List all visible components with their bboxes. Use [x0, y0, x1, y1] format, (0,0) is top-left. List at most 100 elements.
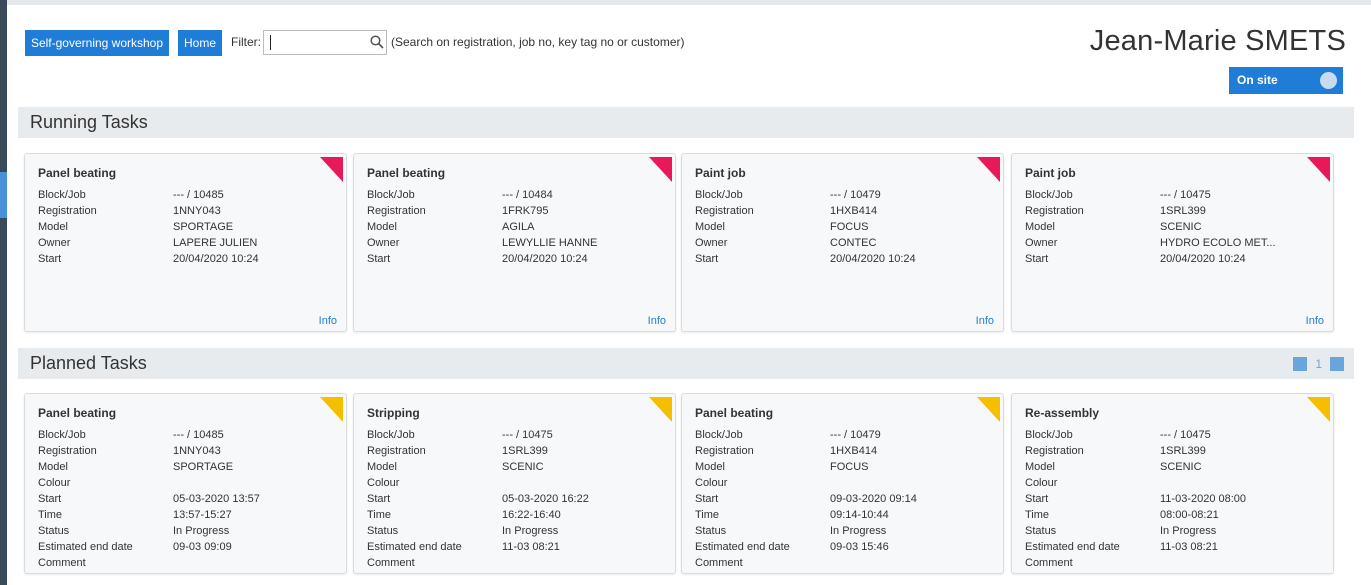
info-link[interactable]: Info — [319, 315, 337, 327]
task-details: Block/Job --- / 10475 Registration 1SRL399 M… — [1025, 187, 1315, 267]
toggle-knob — [1320, 72, 1337, 89]
running-tasks-header: Running Tasks — [18, 107, 1354, 138]
detail-row: Owner LEWYLLIE HANNE — [367, 235, 657, 251]
detail-label: Colour — [695, 477, 728, 489]
detail-row: Start 20/04/2020 10:24 — [367, 251, 657, 267]
detail-value: 1SRL399 — [1160, 205, 1206, 217]
detail-label: Model — [1025, 221, 1055, 233]
status-corner-marker — [649, 397, 672, 422]
detail-label: Comment — [38, 557, 86, 569]
info-link[interactable]: Info — [648, 315, 666, 327]
page-number[interactable]: 1 — [1315, 357, 1322, 371]
detail-row: Colour — [367, 475, 657, 491]
on-site-toggle[interactable]: On site — [1229, 67, 1343, 94]
detail-value: In Progress — [1160, 525, 1217, 537]
detail-row: Registration 1SRL399 — [367, 443, 657, 459]
task-card[interactable]: Panel beating Block/Job --- / 10485 Registr… — [24, 153, 347, 332]
detail-value: 1FRK795 — [502, 205, 549, 217]
detail-label: Comment — [367, 557, 415, 569]
task-card[interactable]: Panel beating Block/Job --- / 10485 Registr… — [24, 393, 347, 574]
detail-row: Registration 1HXB414 — [695, 203, 985, 219]
detail-value: 16:22-16:40 — [502, 509, 561, 521]
detail-value: 05-03-2020 13:57 — [173, 493, 260, 505]
task-card[interactable]: Paint job Block/Job --- / 10479 Registratio… — [681, 153, 1004, 332]
task-details: Block/Job --- / 10479 Registration 1HXB414 M… — [695, 187, 985, 267]
detail-label: Registration — [1025, 445, 1084, 457]
detail-row: Model FOCUS — [695, 219, 985, 235]
task-card[interactable]: Panel beating Block/Job --- / 10479 Registr… — [681, 393, 1004, 574]
detail-label: Registration — [38, 445, 97, 457]
task-card[interactable]: Paint job Block/Job --- / 10475 Registratio… — [1011, 153, 1334, 332]
detail-row: Time 13:57-15:27 — [38, 507, 328, 523]
detail-value: LAPERE JULIEN — [173, 237, 258, 249]
detail-value: --- / 10475 — [1160, 189, 1211, 201]
task-card[interactable]: Stripping Block/Job --- / 10475 Registratio… — [353, 393, 676, 574]
detail-value: In Progress — [830, 525, 887, 537]
info-link[interactable]: Info — [976, 315, 994, 327]
detail-row: Start 05-03-2020 16:22 — [367, 491, 657, 507]
detail-label: Model — [38, 221, 68, 233]
task-details: Block/Job --- / 10475 Registration 1SRL399 M… — [1025, 427, 1315, 571]
next-page-button[interactable] — [1330, 357, 1344, 371]
detail-label: Status — [367, 525, 399, 537]
detail-label: Time — [38, 509, 63, 521]
detail-label: Start — [695, 493, 719, 505]
self-governing-workshop-button[interactable]: Self-governing workshop — [25, 30, 169, 56]
detail-row: Colour — [695, 475, 985, 491]
detail-label: Time — [1025, 509, 1050, 521]
detail-label: Start — [38, 253, 62, 265]
detail-row: Time 16:22-16:40 — [367, 507, 657, 523]
detail-row: Model SPORTAGE — [38, 219, 328, 235]
detail-label: Owner — [695, 237, 728, 249]
detail-label: Comment — [1025, 557, 1073, 569]
detail-label: Registration — [695, 445, 754, 457]
task-details: Block/Job --- / 10484 Registration 1FRK795 M… — [367, 187, 657, 267]
detail-row: Model SCENIC — [1025, 459, 1315, 475]
on-site-label: On site — [1237, 73, 1278, 87]
detail-row: Comment — [1025, 555, 1315, 571]
detail-label: Start — [367, 493, 391, 505]
detail-value: 11-03 08:21 — [1160, 541, 1218, 553]
detail-label: Colour — [367, 477, 400, 489]
detail-label: Registration — [367, 205, 426, 217]
info-link[interactable]: Info — [1306, 315, 1324, 327]
running-tasks-title: Running Tasks — [30, 112, 148, 132]
previous-page-button[interactable] — [1293, 357, 1308, 371]
status-corner-marker — [1307, 397, 1330, 422]
home-button[interactable]: Home — [178, 30, 222, 56]
detail-label: Block/Job — [38, 429, 86, 441]
detail-value: --- / 10479 — [830, 429, 881, 441]
task-title: Panel beating — [695, 406, 774, 420]
detail-row: Block/Job --- / 10485 — [38, 187, 328, 203]
detail-label: Block/Job — [1025, 189, 1073, 201]
detail-label: Status — [695, 525, 727, 537]
detail-value: 09-03-2020 09:14 — [830, 493, 917, 505]
detail-label: Block/Job — [695, 189, 743, 201]
detail-row: Block/Job --- / 10479 — [695, 187, 985, 203]
pagination: 1 — [1293, 357, 1344, 371]
detail-value: --- / 10475 — [502, 429, 553, 441]
detail-value: 11-03-2020 08:00 — [1160, 493, 1247, 505]
task-card[interactable]: Panel beating Block/Job --- / 10484 Registr… — [353, 153, 676, 332]
status-corner-marker — [320, 397, 343, 422]
detail-label: Registration — [695, 205, 754, 217]
task-card[interactable]: Re-assembly Block/Job --- / 10475 Registrat… — [1011, 393, 1334, 574]
sidebar-active-marker — [0, 172, 7, 218]
detail-label: Model — [367, 461, 397, 473]
detail-value: 20/04/2020 10:24 — [173, 253, 259, 265]
detail-label: Block/Job — [38, 189, 86, 201]
detail-label: Colour — [38, 477, 71, 489]
detail-row: Registration 1NNY043 — [38, 443, 328, 459]
task-details: Block/Job --- / 10485 Registration 1NNY043 M… — [38, 427, 328, 571]
detail-row: Estimated end date 11-03 08:21 — [1025, 539, 1315, 555]
search-icon[interactable] — [370, 35, 384, 49]
detail-value: HYDRO ECOLO MET... — [1160, 237, 1276, 249]
task-details: Block/Job --- / 10475 Registration 1SRL399 M… — [367, 427, 657, 571]
task-title: Panel beating — [38, 166, 117, 180]
detail-value: 09:14-10:44 — [830, 509, 889, 521]
text-caret — [270, 35, 271, 50]
filter-input[interactable] — [263, 30, 387, 55]
detail-row: Owner HYDRO ECOLO MET... — [1025, 235, 1315, 251]
detail-row: Block/Job --- / 10479 — [695, 427, 985, 443]
detail-label: Block/Job — [367, 429, 415, 441]
